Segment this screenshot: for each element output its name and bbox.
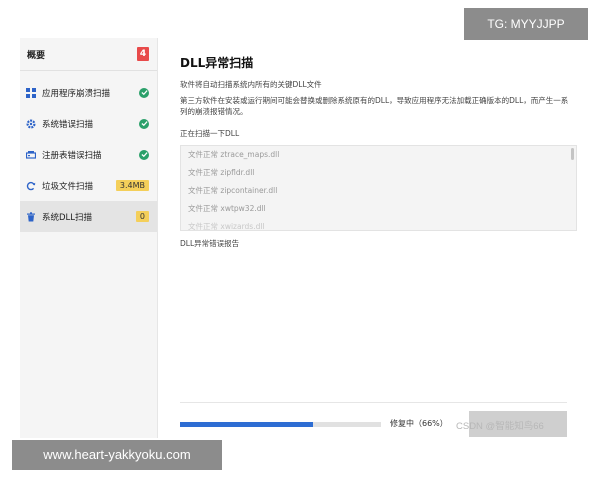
watermark-csdn: CSDN @智能知鸟66	[456, 421, 544, 432]
list-scrollbar-thumb[interactable]	[571, 148, 574, 160]
watermark-top: TG: MYYJJPP	[464, 8, 588, 40]
list-item: 文件正常 xwtpw32.dll	[188, 204, 266, 213]
junk-size-badge: 3.4MB	[115, 180, 149, 191]
list-item: 文件正常 zipfldr.dll	[188, 168, 255, 177]
scanning-label: 正在扫描一下DLL	[180, 129, 240, 138]
scan-results-list[interactable]: 文件正常 ztrace_maps.dll 文件正常 zipfldr.dll 文件…	[180, 145, 577, 231]
main-panel: DLL异常扫描 软件将自动扫描系统内所有的关键DLL文件 第三方软件在安装或运行…	[180, 38, 584, 438]
check-icon	[139, 149, 149, 160]
page-title: DLL异常扫描	[180, 56, 254, 70]
app-window: 概要 4 应用程序崩溃扫描 系统错误扫描 注册表错误扫描 垃圾文件扫描 3.4M…	[20, 38, 584, 438]
sidebar-header-title: 概要	[27, 50, 46, 61]
sidebar-item-label: 应用程序崩溃扫描	[42, 88, 111, 99]
sidebar-item-label: 系统DLL扫描	[42, 212, 93, 223]
footer-divider	[180, 402, 567, 403]
repair-progress-fill	[180, 422, 313, 427]
sidebar-item-system-error-scan[interactable]: 系统错误扫描	[20, 108, 157, 139]
check-icon	[139, 87, 149, 98]
sidebar-item-app-crash-scan[interactable]: 应用程序崩溃扫描	[20, 77, 157, 108]
sidebar-divider	[20, 70, 157, 71]
app-grid-icon	[26, 87, 36, 98]
sidebar-item-label: 系统错误扫描	[42, 119, 94, 130]
sidebar-item-junk-file-scan[interactable]: 垃圾文件扫描 3.4MB	[20, 170, 157, 201]
description-paragraph: 第三方软件在安装或运行期间可能会替换或删除系统原有的DLL，导致应用程序无法加载…	[180, 96, 569, 116]
sidebar-header[interactable]: 概要 4	[20, 38, 157, 70]
list-item: 文件正常 ztrace_maps.dll	[188, 150, 280, 159]
sidebar-item-label: 注册表错误扫描	[42, 150, 102, 161]
gear-icon	[26, 118, 36, 129]
error-report-label: DLL异常错误报告	[180, 239, 240, 248]
list-item: 文件正常 zipcontainer.dll	[188, 186, 278, 195]
description-line: 软件将自动扫描系统内所有的关键DLL文件	[180, 80, 322, 89]
sidebar-item-system-dll-scan[interactable]: 系统DLL扫描 0	[20, 201, 157, 232]
repair-progress-text: 修复中（66%）	[390, 419, 448, 428]
sidebar: 概要 4 应用程序崩溃扫描 系统错误扫描 注册表错误扫描 垃圾文件扫描 3.4M…	[20, 38, 158, 438]
sidebar-item-registry-scan[interactable]: 注册表错误扫描	[20, 139, 157, 170]
sidebar-item-label: 垃圾文件扫描	[42, 181, 94, 192]
repair-progress-bar	[180, 422, 381, 427]
issue-count-badge: 4	[137, 47, 149, 61]
registry-icon	[26, 150, 36, 160]
trash-icon	[26, 211, 36, 222]
refresh-icon	[26, 181, 36, 191]
dll-issue-badge: 0	[135, 211, 149, 222]
check-icon	[139, 118, 149, 129]
list-item: 文件正常 xwizards.dll	[188, 222, 265, 231]
watermark-bottom: www.heart-yakkyoku.com	[12, 440, 222, 470]
